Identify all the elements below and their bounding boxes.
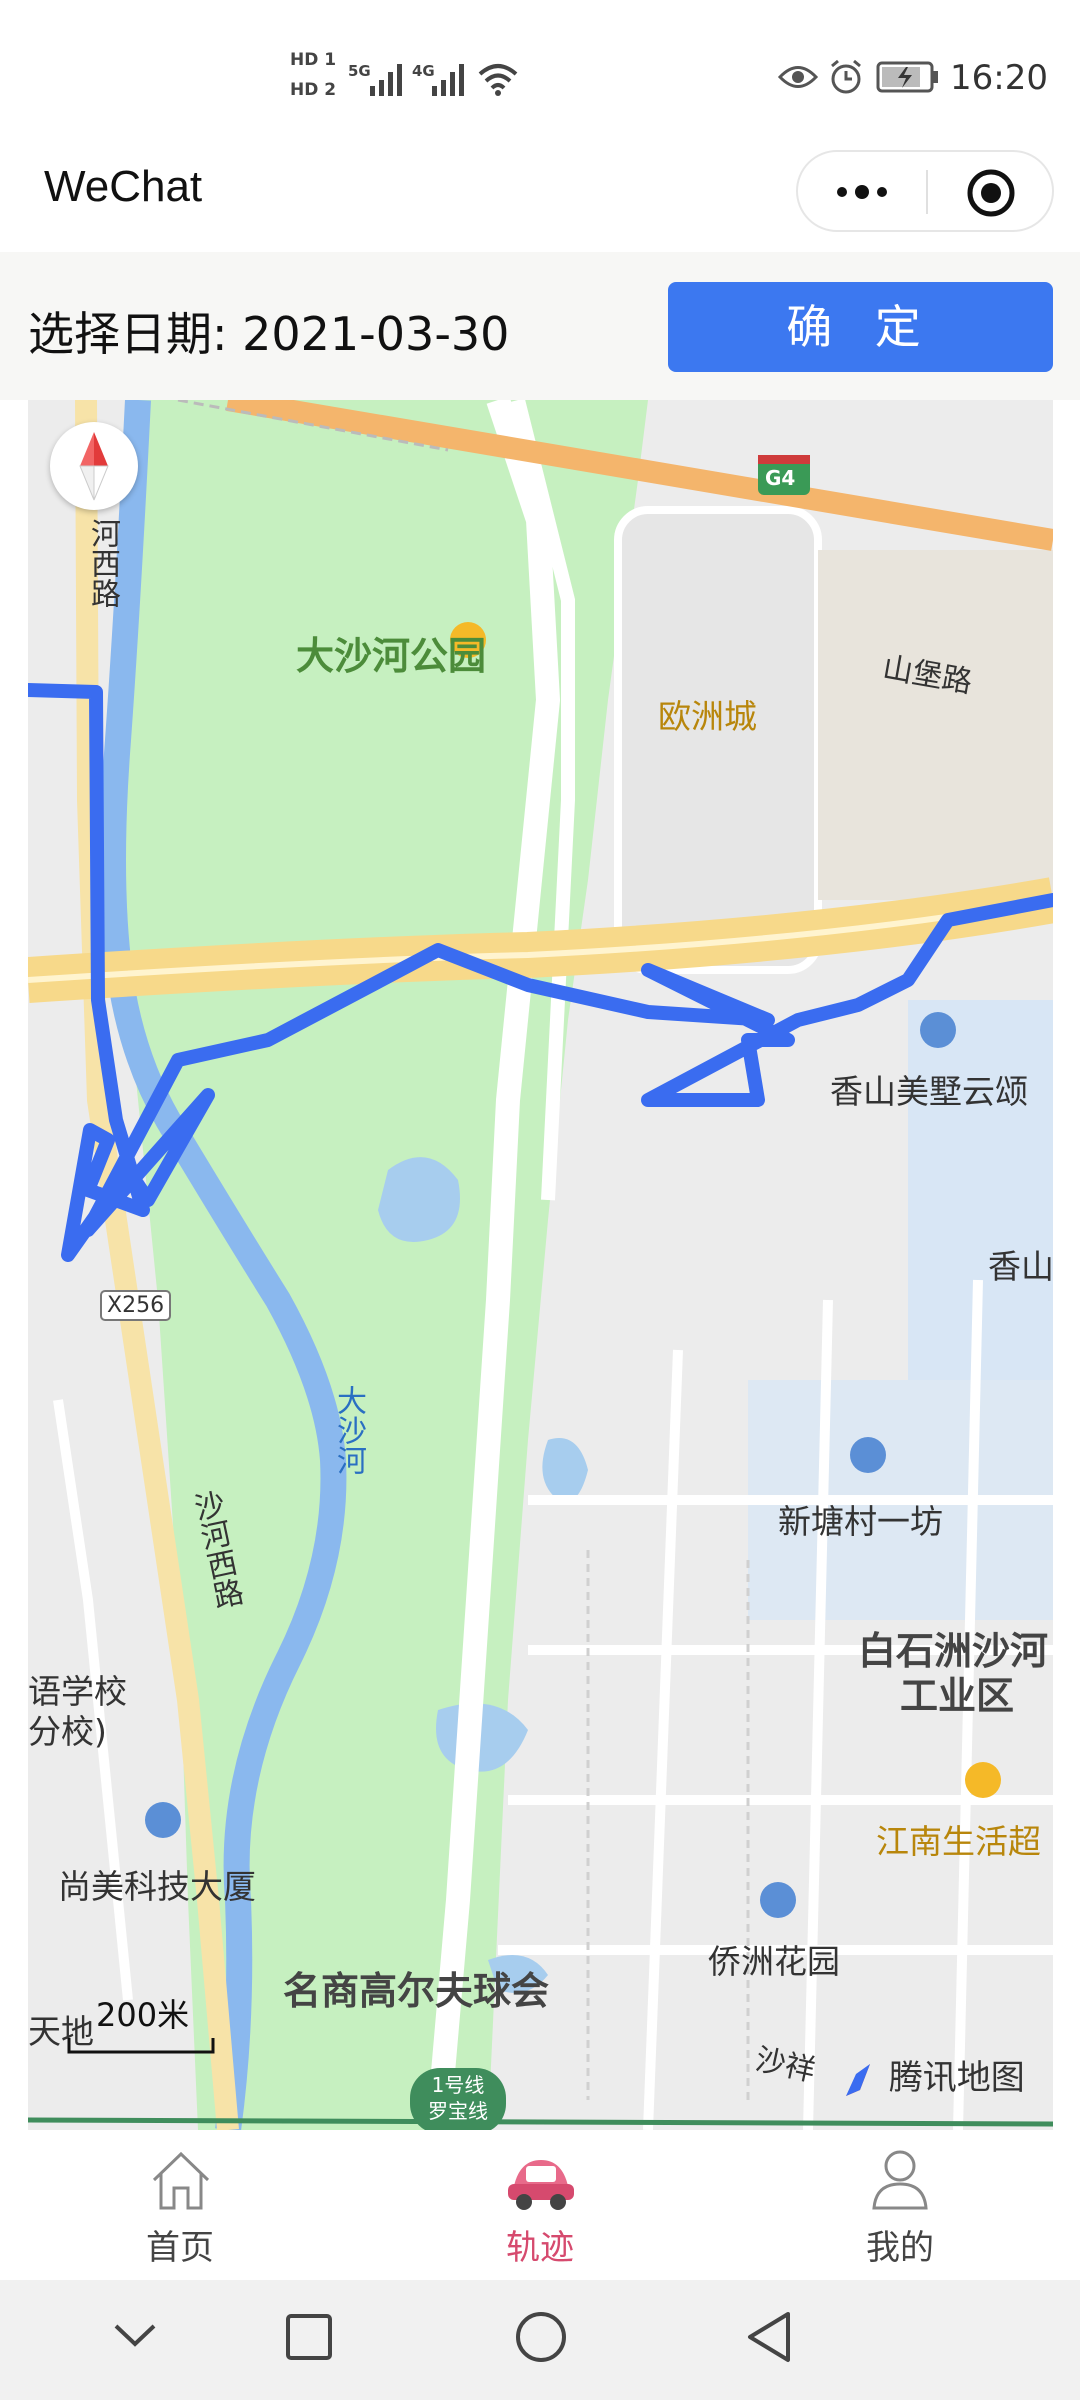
map-label-industrial-zone: 工业区 [900, 1674, 1015, 1718]
map-label-x256: X256 [100, 1290, 172, 1321]
scale-bar: 200米 [66, 1990, 216, 2060]
tab-home-label: 首页 [146, 2228, 214, 2268]
bottom-tab-bar: 首页 轨迹 我的 [0, 2130, 1080, 2280]
confirm-button[interactable]: 确 定 [668, 282, 1053, 372]
tab-home[interactable]: 首页 [80, 2130, 280, 2280]
compass-button[interactable] [50, 422, 138, 510]
close-miniprogram-button[interactable] [928, 152, 1052, 232]
recent-apps-icon[interactable] [284, 2312, 334, 2362]
tab-mine-label: 我的 [866, 2228, 934, 2268]
map-label-shangmei: 尚美科技大厦 [58, 1867, 256, 1906]
tab-track[interactable]: 轨迹 [440, 2130, 640, 2280]
home-icon [152, 2151, 210, 2210]
user-icon [872, 2150, 928, 2210]
tab-track-label: 轨迹 [506, 2228, 574, 2268]
home-circle-icon[interactable] [514, 2310, 568, 2364]
map-label-river: 大沙河 [331, 1385, 366, 1475]
map-label-expressway: G4 [765, 466, 796, 490]
more-icon [837, 185, 887, 199]
close-miniprogram-icon [967, 169, 1015, 217]
signal-icon [370, 64, 402, 96]
map-label-school-branch: 分校) [28, 1712, 107, 1751]
map-provider-watermark: 腾讯地图 [838, 2050, 1025, 2100]
map-label-golf: 名商高尔夫球会 [283, 1969, 550, 2013]
eye-icon [778, 66, 818, 88]
date-picker[interactable]: 选择日期: 2021-03-30 [28, 298, 509, 364]
app-title: WeChat [44, 162, 203, 211]
map-label-mall: 欧洲城 [658, 697, 757, 736]
status-bar: HD 1 HD 2 5G 4G 16:20 [0, 0, 1080, 150]
miniprogram-capsule [796, 150, 1054, 232]
car-icon [508, 2160, 574, 2210]
metro-badge: 1号线 罗宝线 [410, 2068, 506, 2130]
back-icon[interactable] [744, 2310, 794, 2364]
alarm-icon [831, 59, 861, 94]
compass-icon [79, 432, 109, 501]
sim1-label: HD 1 [290, 50, 337, 70]
watermark-label: 腾讯地图 [888, 2058, 1025, 2098]
chevron-down-icon[interactable] [112, 2320, 158, 2350]
map-label-xintang: 新塘村一坊 [778, 1502, 943, 1541]
title-bar: WeChat [0, 150, 1080, 252]
clock: 16:20 [950, 58, 1048, 98]
more-button[interactable] [798, 152, 926, 232]
map-label-xiangshan-villa: 香山美墅云颂 [830, 1072, 1028, 1111]
map-view[interactable]: 河西路 大沙河公园 欧洲城 山堡路 G4 香山美墅云颂 香山 X256 大沙河 … [28, 400, 1053, 2130]
map-label-park: 大沙河公园 [296, 634, 487, 678]
sim-indicators: HD 1 HD 2 [290, 50, 336, 100]
metro-line-number: 1号线 [431, 2073, 485, 2097]
map-label-jiangnan: 江南生活超 [876, 1822, 1041, 1861]
wifi-icon [478, 64, 518, 96]
signal-icon [432, 64, 464, 96]
sim2-label: HD 2 [290, 80, 337, 100]
date-selector-bar: 选择日期: 2021-03-30 确 定 [0, 252, 1080, 400]
tab-mine[interactable]: 我的 [800, 2130, 1000, 2280]
scale-ruler [67, 2038, 215, 2054]
system-navigation-bar [0, 2280, 1080, 2400]
tencent-map-logo-icon [846, 2063, 870, 2096]
metro-line-name: 罗宝线 [428, 2099, 488, 2123]
map-label-road-hexi: 河西路 [85, 518, 120, 608]
map-label-qiaozhou: 侨洲花园 [708, 1942, 840, 1981]
map-label-xiangshan: 香山 [988, 1247, 1053, 1286]
battery-charging-icon [876, 61, 938, 93]
scale-label: 200米 [96, 1996, 190, 2034]
